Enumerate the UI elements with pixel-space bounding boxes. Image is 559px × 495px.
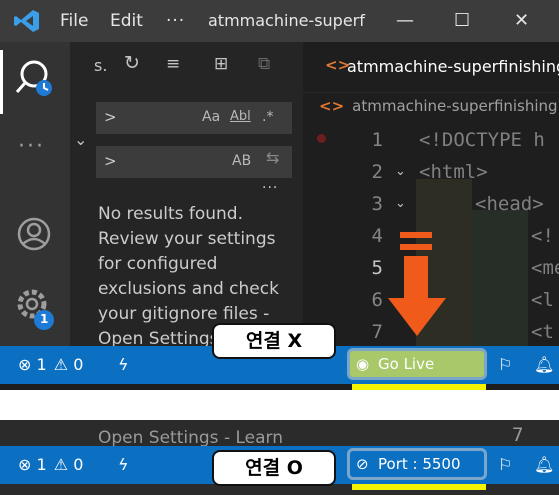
message-line: No results found. xyxy=(98,204,244,224)
go-live-label: Go Live xyxy=(378,355,435,373)
settings-gear-icon[interactable] xyxy=(14,286,56,334)
search-icon[interactable] xyxy=(14,54,58,110)
account-icon[interactable] xyxy=(14,214,54,254)
line-number: 3 xyxy=(371,193,383,215)
annotation-connected: 연결 O xyxy=(212,450,336,486)
message-line: for configured xyxy=(98,254,218,274)
broadcast-icon: ◉ xyxy=(356,355,370,373)
menu-more[interactable]: ··· xyxy=(166,11,185,31)
separator xyxy=(0,390,559,420)
stop-server-icon: ⊘ xyxy=(356,455,369,473)
refresh-icon[interactable]: ↻ xyxy=(124,52,140,74)
go-live-button[interactable]: ◉ Go Live xyxy=(347,348,487,380)
error-count: 1 xyxy=(36,455,47,474)
active-indicator xyxy=(0,50,3,114)
line-number: 6 xyxy=(371,289,383,311)
code-text: <head> xyxy=(475,193,544,215)
search-input[interactable]: > Aa Abl .* xyxy=(96,102,292,134)
code-text: <! xyxy=(531,225,554,247)
use-regex-toggle[interactable]: .* xyxy=(262,109,273,125)
minimize-button[interactable]: — xyxy=(396,10,414,31)
maximize-button[interactable]: ☐ xyxy=(454,10,470,31)
snippet-text: Open Settings - Learn xyxy=(98,428,283,448)
feedback-icon[interactable]: ⚐ xyxy=(498,355,512,374)
title-bar: File Edit ··· atmmachine-superf — ☐ ✕ xyxy=(0,0,559,42)
line-number: 1 xyxy=(371,129,383,151)
match-case-toggle[interactable]: Aa xyxy=(202,109,220,125)
code-text: <l xyxy=(531,289,554,311)
window-title: atmmachine-superf xyxy=(208,11,365,30)
replace-input[interactable]: > AB xyxy=(96,146,292,178)
error-icon: ⊗ xyxy=(18,455,32,474)
new-search-editor-icon[interactable]: ⊞ xyxy=(214,54,228,74)
fold-chevron-icon[interactable]: ⌄ xyxy=(395,188,406,220)
line-number: 5 xyxy=(371,257,383,279)
highlight-underline xyxy=(352,484,486,490)
vscode-logo-icon xyxy=(14,10,39,32)
error-icon: ⊗ xyxy=(18,355,32,374)
code-text: <!DOCTYPE h xyxy=(419,129,545,151)
prettier-icon[interactable]: ϟ xyxy=(118,355,129,374)
prettier-icon[interactable]: ϟ xyxy=(118,455,129,474)
snippet-line-number: 7 xyxy=(512,424,524,446)
notifications-icon[interactable]: 🔔︎ xyxy=(534,355,554,374)
toggle-search-details-button[interactable]: ··· xyxy=(262,180,278,196)
tab-label: atmmachine-superfinishing xyxy=(347,57,559,76)
port-button[interactable]: ⊘ Port : 5500 xyxy=(347,448,487,480)
breadcrumb[interactable]: <> atmmachine-superfinishing xyxy=(319,97,558,115)
line-number: 7 xyxy=(371,321,383,343)
problems-indicator[interactable]: ⊗ 1 ⚠ 0 xyxy=(18,455,83,474)
line-number: 4 xyxy=(371,225,383,247)
code-text: <t xyxy=(531,321,554,343)
breadcrumb-label: atmmachine-superfinishing xyxy=(352,97,558,115)
breakpoint-dot-icon[interactable] xyxy=(317,134,326,143)
collapse-all-icon[interactable]: ⧉ xyxy=(258,54,270,74)
warning-count: 0 xyxy=(73,455,84,474)
clear-results-icon[interactable]: ≡ xyxy=(166,54,180,74)
more-views-icon[interactable]: ··· xyxy=(18,134,45,159)
fold-chevron-icon[interactable]: ⌄ xyxy=(395,156,406,188)
warning-count: 0 xyxy=(73,355,84,374)
error-count: 1 xyxy=(36,355,47,374)
annotation-disconnected: 연결 X xyxy=(212,323,336,359)
warning-icon: ⚠ xyxy=(53,355,69,374)
warning-icon: ⚠ xyxy=(53,455,69,474)
problems-indicator[interactable]: ⊗ 1 ⚠ 0 xyxy=(18,355,83,374)
replace-input-prompt: > xyxy=(104,152,117,170)
line-number: 2 xyxy=(371,161,383,183)
message-line[interactable]: Review your settings xyxy=(98,227,298,252)
settings-badge: 1 xyxy=(40,312,49,326)
feedback-icon[interactable]: ⚐ xyxy=(498,455,512,474)
menu-edit[interactable]: Edit xyxy=(110,11,143,31)
sidebar-title: s. xyxy=(94,56,108,75)
preserve-case-toggle[interactable]: AB xyxy=(232,153,251,169)
notifications-icon[interactable]: 🔔︎ xyxy=(534,455,554,474)
close-button[interactable]: ✕ xyxy=(514,10,529,31)
match-whole-word-toggle[interactable]: Abl xyxy=(230,109,251,124)
vscode-window: File Edit ··· atmmachine-superf — ☐ ✕ ··… xyxy=(0,0,559,390)
breadcrumb-file-icon: <> xyxy=(319,97,345,115)
editor-tab[interactable]: <> atmmachine-superfinishing xyxy=(303,42,559,93)
activity-bar: ··· 1 xyxy=(0,42,70,346)
toggle-replace-chevron-icon[interactable]: ⌄ xyxy=(74,130,87,149)
down-arrow-icon xyxy=(388,232,446,336)
menu-file[interactable]: File xyxy=(60,11,88,31)
code-text: <html> xyxy=(419,161,488,183)
search-sidebar: s. ↻ ≡ ⊞ ⧉ ⌄ > Aa Abl .* › > AB ⇆ ··· No… xyxy=(70,42,307,349)
replace-all-icon[interactable]: ⇆ xyxy=(266,148,279,167)
port-label: Port : 5500 xyxy=(378,455,461,473)
code-text: <me xyxy=(531,257,559,279)
message-line: exclusions and check xyxy=(98,279,279,299)
search-input-prompt: > xyxy=(104,108,117,126)
